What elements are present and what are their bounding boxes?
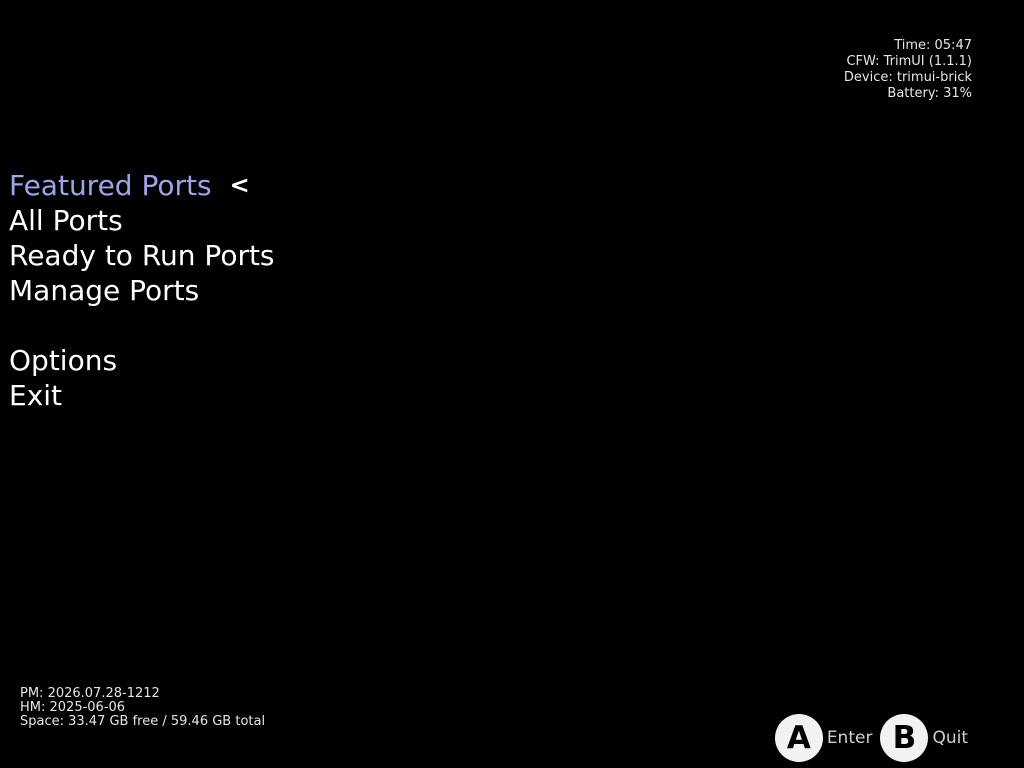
- menu-item-exit[interactable]: Exit: [9, 378, 275, 413]
- menu-item-label: Options: [9, 344, 118, 377]
- menu-item-all-ports[interactable]: All Ports: [9, 203, 275, 238]
- menu-item-label: Featured Ports: [9, 169, 212, 202]
- menu-item-featured-ports[interactable]: Featured Ports <: [9, 168, 275, 203]
- menu-item-ready-to-run-ports[interactable]: Ready to Run Ports: [9, 238, 275, 273]
- menu-item-label: Ready to Run Ports: [9, 239, 275, 272]
- b-button-icon: B: [880, 714, 929, 762]
- pm-version: PM: 2026.07.28-1212: [20, 686, 160, 701]
- cfw-readout: CFW: TrimUI (1.1.1): [846, 54, 972, 69]
- menu-spacer: [9, 308, 275, 343]
- main-menu: Featured Ports < All Ports Ready to Run …: [9, 168, 275, 413]
- enter-hint[interactable]: A Enter: [774, 714, 873, 762]
- menu-item-manage-ports[interactable]: Manage Ports: [9, 273, 275, 308]
- menu-item-label: Exit: [9, 379, 63, 412]
- quit-label: Quit: [932, 728, 968, 748]
- enter-label: Enter: [826, 728, 873, 748]
- a-button-icon: A: [774, 714, 823, 762]
- button-hints: A Enter B Quit: [774, 714, 968, 762]
- device-readout: Device: trimui-brick: [843, 70, 972, 85]
- hm-version: HM: 2025-06-06: [20, 700, 126, 715]
- quit-hint[interactable]: B Quit: [880, 714, 968, 762]
- disk-space: Space: 33.47 GB free / 59.46 GB total: [20, 714, 266, 729]
- menu-item-options[interactable]: Options: [9, 343, 275, 378]
- selection-cursor-icon: <: [229, 171, 250, 199]
- time-readout: Time: 05:47: [894, 38, 972, 53]
- system-info: Time: 05:47 CFW: TrimUI (1.1.1) Device: …: [844, 38, 972, 102]
- storage-info: PM: 2026.07.28-1212 HM: 2025-06-06 Space…: [20, 687, 265, 729]
- menu-item-label: All Ports: [9, 204, 123, 237]
- menu-item-label: Manage Ports: [9, 274, 200, 307]
- battery-readout: Battery: 31%: [887, 86, 972, 101]
